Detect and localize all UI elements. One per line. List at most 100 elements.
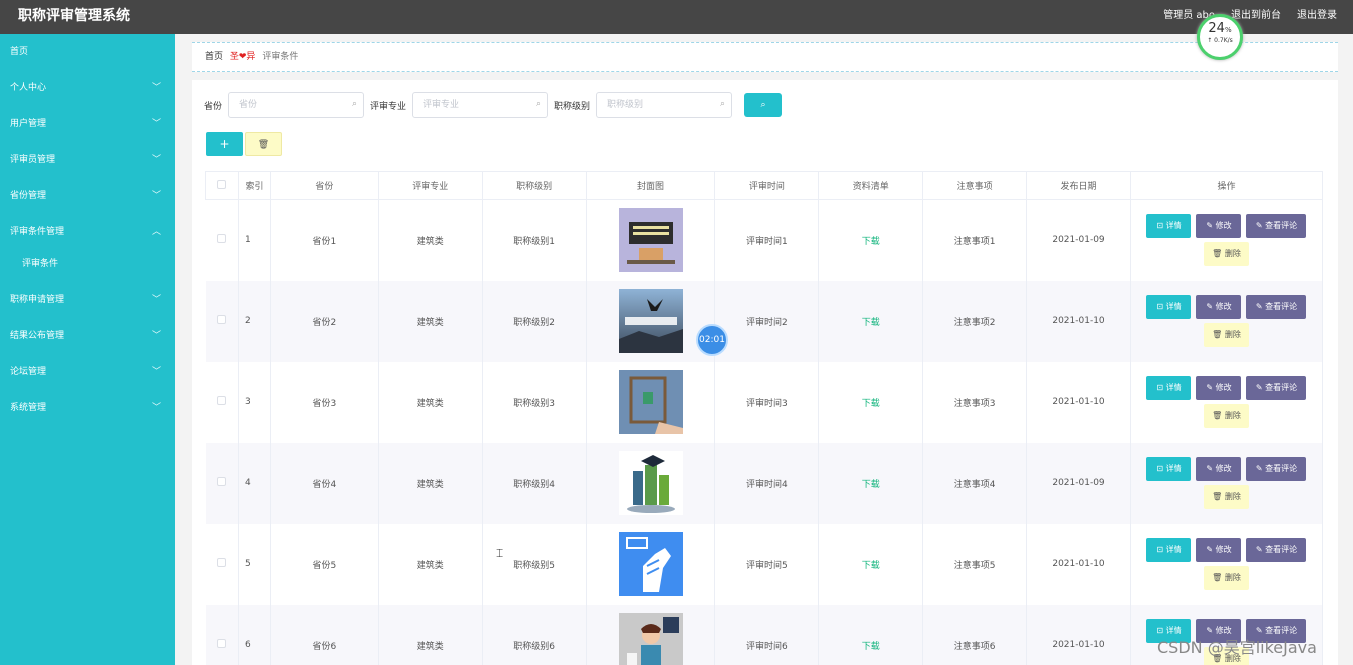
edit-icon: ✎	[1255, 302, 1266, 311]
cell-level: 职称级别6	[482, 604, 587, 665]
list-panel: 省份 ⌕ 评审专业 ⌕ 职称级别 ⌕ ⌕ + 🗑	[192, 80, 1338, 665]
sidebar-item-title-application-management[interactable]: 职称申请管理 ﹀	[0, 282, 175, 318]
detail-button[interactable]: ⊡ 详情	[1146, 457, 1192, 481]
view-comments-button[interactable]: ✎ 查看评论	[1246, 376, 1307, 400]
detail-button[interactable]: ⊡ 详情	[1146, 295, 1192, 319]
detail-icon: ⊡	[1156, 383, 1166, 392]
cell-index: 4	[238, 442, 271, 524]
sidebar-item-reviewer-management[interactable]: 评审员管理 ﹀	[0, 142, 175, 178]
add-button[interactable]: +	[206, 132, 243, 156]
cell-note: 注意事项6	[922, 604, 1028, 665]
row-checkbox[interactable]	[205, 442, 239, 524]
sidebar-item-system-management[interactable]: 系统管理 ﹀	[0, 390, 175, 426]
delete-button[interactable]: 🗑 删除	[1203, 485, 1249, 509]
sidebar-item-label: 系统管理	[10, 403, 47, 413]
sidebar-item-label: 论坛管理	[10, 367, 47, 377]
breadcrumb-home[interactable]: 首页	[205, 52, 223, 62]
cell-index: 3	[238, 361, 271, 443]
chevron-down-icon: ﹀	[151, 367, 161, 377]
sidebar-item-label: 职称申请管理	[10, 295, 65, 305]
back-to-front-link[interactable]: 退出到前台	[1231, 6, 1281, 21]
chevron-down-icon: ﹀	[151, 155, 161, 165]
edit-button[interactable]: ✎ 修改	[1196, 538, 1242, 562]
download-link[interactable]: 下载	[862, 642, 880, 652]
detail-button[interactable]: ⊡ 详情	[1146, 214, 1192, 239]
sidebar-item-review-condition-management[interactable]: 评审条件管理 ︿	[0, 214, 175, 250]
cell-cover	[586, 442, 716, 524]
edit-button[interactable]: ✎ 修改	[1196, 457, 1242, 481]
main-content: 首页 圣❤异 评审条件 省份 ⌕ 评审专业 ⌕ 职称级别 ⌕ ⌕ + 🗑	[176, 34, 1353, 665]
detail-button[interactable]: ⊡ 详情	[1146, 538, 1192, 562]
detail-icon: ⊡	[1156, 221, 1166, 231]
top-bar: 职称评审管理系统 管理员 abo 退出到前台 退出登录	[0, 0, 1353, 34]
cover-image	[618, 289, 683, 353]
province-search-input[interactable]	[229, 93, 364, 117]
logout-link[interactable]: 退出登录	[1297, 6, 1337, 21]
cell-level: 职称级别5	[482, 523, 587, 605]
speed-percent-unit: %	[1224, 26, 1232, 34]
major-input-wrap: ⌕	[412, 92, 549, 118]
row-checkbox[interactable]	[205, 199, 239, 281]
download-link[interactable]: 下载	[862, 318, 880, 328]
sidebar-item-result-publish-management[interactable]: 结果公布管理 ﹀	[0, 318, 175, 354]
detail-label: 详情	[1165, 545, 1182, 554]
select-all-checkbox[interactable]	[205, 171, 239, 200]
detail-label: 详情	[1165, 383, 1182, 392]
col-header: 操作	[1129, 171, 1324, 200]
download-link[interactable]: 下载	[862, 399, 880, 409]
table-row: 4 省份4 建筑类 职称级别4 评审时间4 下载 注意事项4 2021-01-0…	[205, 442, 1324, 524]
download-link[interactable]: 下载	[862, 561, 880, 571]
level-input-wrap: ⌕	[596, 92, 733, 118]
search-icon: ⌕	[535, 99, 542, 109]
edit-button[interactable]: ✎ 修改	[1196, 376, 1242, 400]
view-comments-button[interactable]: ✎ 查看评论	[1246, 295, 1307, 319]
table-row: 6 省份6 建筑类 职称级别6 评审时间6 下载 注意事项6 2021-01-1…	[205, 604, 1324, 665]
cell-province: 省份3	[270, 361, 379, 443]
detail-button[interactable]: ⊡ 详情	[1146, 376, 1192, 400]
edit-button[interactable]: ✎ 修改	[1196, 214, 1242, 239]
delete-button[interactable]: 🗑 删除	[1203, 404, 1249, 428]
batch-delete-button[interactable]: 🗑	[245, 132, 282, 156]
cell-cover	[586, 280, 716, 362]
conditions-table: 索引 省份 评审专业 职称级别 封面图 评审时间 资料清单 注意事项 发布日期 …	[205, 171, 1324, 665]
province-input-wrap: ⌕	[228, 92, 365, 118]
search-icon: ⌕	[720, 99, 726, 109]
chevron-down-icon: ﹀	[151, 331, 161, 341]
view-comments-button[interactable]: ✎ 查看评论	[1246, 538, 1307, 562]
cell-file: 下载	[818, 442, 924, 524]
edit-label: 修改	[1215, 464, 1232, 473]
trash-icon: 🗑	[1212, 492, 1225, 501]
sidebar-item-province-management[interactable]: 省份管理 ﹀	[0, 178, 175, 214]
chevron-up-icon: ︿	[151, 227, 161, 237]
row-checkbox[interactable]	[205, 361, 239, 443]
col-header: 索引	[237, 171, 271, 200]
cell-major: 建筑类	[378, 604, 483, 665]
level-search-input[interactable]	[597, 93, 732, 117]
network-speed-widget: 24% ↑ 0.7K/s	[1197, 14, 1243, 60]
sidebar-subitem-review-condition[interactable]: 评审条件	[0, 250, 175, 282]
delete-button[interactable]: 🗑 删除	[1203, 566, 1249, 590]
cell-level: 职称级别4	[482, 442, 587, 524]
delete-button[interactable]: 🗑 删除	[1203, 323, 1249, 347]
cell-major: 建筑类	[378, 523, 483, 605]
edit-button[interactable]: ✎ 修改	[1196, 295, 1242, 319]
cell-ops: ⊡ 详情 ✎ 修改 ✎ 查看评论 🗑 删除	[1130, 523, 1324, 605]
row-checkbox[interactable]	[205, 523, 239, 605]
sidebar-item-home[interactable]: 首页	[0, 34, 175, 70]
download-link[interactable]: 下载	[862, 480, 880, 490]
download-link[interactable]: 下载	[862, 237, 880, 247]
sidebar-item-user-management[interactable]: 用户管理 ﹀	[0, 106, 175, 142]
search-button[interactable]: ⌕	[744, 93, 783, 117]
delete-button[interactable]: 🗑 删除	[1203, 242, 1249, 267]
sidebar-item-personal-center[interactable]: 个人中心 ﹀	[0, 70, 175, 106]
detail-icon: ⊡	[1156, 464, 1166, 473]
sidebar-item-forum-management[interactable]: 论坛管理 ﹀	[0, 354, 175, 390]
cell-province: 省份2	[270, 280, 379, 362]
view-comments-button[interactable]: ✎ 查看评论	[1246, 214, 1307, 239]
row-checkbox[interactable]	[205, 604, 239, 665]
major-search-input[interactable]	[413, 93, 548, 117]
cell-index: 5	[238, 523, 271, 605]
view-comments-button[interactable]: ✎ 查看评论	[1246, 457, 1307, 481]
cell-cover	[586, 604, 716, 665]
row-checkbox[interactable]	[205, 280, 239, 362]
